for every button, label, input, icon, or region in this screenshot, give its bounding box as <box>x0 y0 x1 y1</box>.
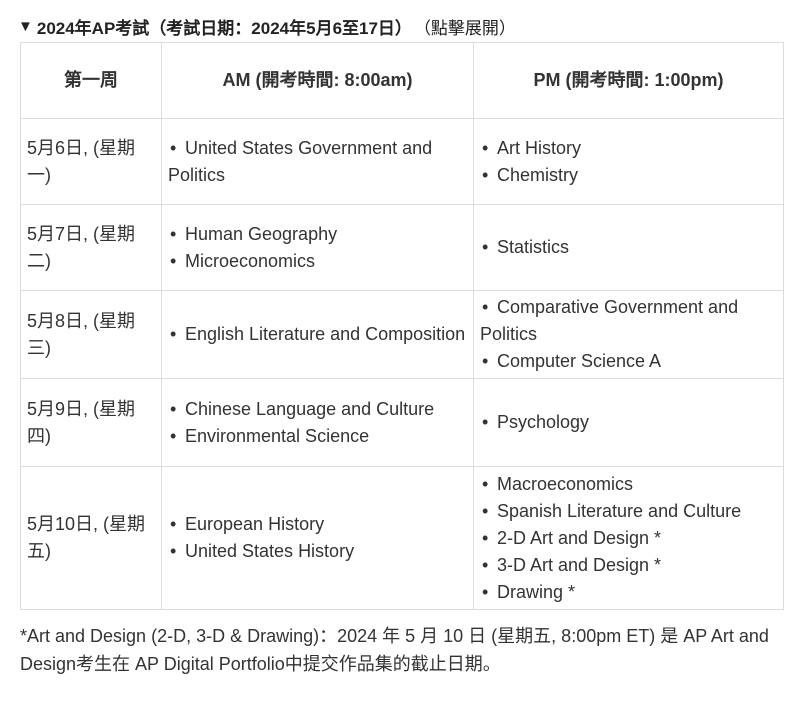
exam-item: Comparative Government and Politics <box>480 294 777 348</box>
collapsible-header[interactable]: ▼ 2024年AP考試（考試日期：2024年5月6至17日） （點擊展開） <box>18 12 516 40</box>
header-am: AM (開考時間: 8:00am) <box>161 42 474 119</box>
pm-cell: Statistics <box>472 204 785 291</box>
day-cell: 5月9日, (星期四) <box>20 378 162 467</box>
pm-cell: Comparative Government and Politics Comp… <box>472 290 785 379</box>
footnote: *Art and Design (2-D, 3-D & Drawing)：202… <box>20 626 769 674</box>
exam-item: Macroeconomics <box>480 471 777 498</box>
expand-hint[interactable]: （點擊展開） <box>414 14 516 39</box>
exam-item: Statistics <box>480 234 777 261</box>
table-row: 5月7日, (星期二) Human Geography Microeconomi… <box>20 204 785 291</box>
day-cell: 5月8日, (星期三) <box>20 290 162 379</box>
exam-item: Psychology <box>480 409 777 436</box>
exam-schedule-table: 第一周 AM (開考時間: 8:00am) PM (開考時間: 1:00pm) … <box>20 42 785 610</box>
exam-item: Chinese Language and Culture <box>168 396 467 423</box>
table-row: 5月8日, (星期三) English Literature and Compo… <box>20 290 785 379</box>
am-cell: Chinese Language and Culture Environment… <box>161 378 474 467</box>
day-cell: 5月7日, (星期二) <box>20 204 162 291</box>
header-pm: PM (開考時間: 1:00pm) <box>472 42 785 119</box>
exam-item: European History <box>168 511 467 538</box>
am-cell: European History United States History <box>161 466 474 610</box>
pm-cell: Macroeconomics Spanish Literature and Cu… <box>472 466 785 610</box>
day-label: 5月8日, (星期三) <box>27 310 136 358</box>
exam-item: Microeconomics <box>168 248 467 275</box>
exam-item: Computer Science A <box>480 348 777 375</box>
exam-item: 2-D Art and Design * <box>480 525 777 552</box>
exam-item: Human Geography <box>168 221 467 248</box>
day-cell: 5月10日, (星期五) <box>20 466 162 610</box>
table-header-row: 第一周 AM (開考時間: 8:00am) PM (開考時間: 1:00pm) <box>20 42 785 119</box>
exam-item: United States History <box>168 538 467 565</box>
exam-item: Drawing * <box>480 579 777 606</box>
section-title[interactable]: 2024年AP考試（考試日期：2024年5月6至17日） <box>37 14 412 39</box>
exam-item: English Literature and Composition <box>168 321 467 348</box>
day-cell: 5月6日, (星期一) <box>20 118 162 205</box>
exam-item: Environmental Science <box>168 423 467 450</box>
table-row: 5月9日, (星期四) Chinese Language and Culture… <box>20 378 785 467</box>
triangle-down-icon[interactable]: ▼ <box>18 18 33 35</box>
exam-item: Spanish Literature and Culture <box>480 498 777 525</box>
am-cell: Human Geography Microeconomics <box>161 204 474 291</box>
am-cell: United States Government and Politics <box>161 118 474 205</box>
exam-item: Chemistry <box>480 162 777 189</box>
day-label: 5月10日, (星期五) <box>27 514 146 561</box>
header-week: 第一周 <box>20 42 162 119</box>
pm-cell: Psychology <box>472 378 785 467</box>
day-label: 5月7日, (星期二) <box>27 223 136 271</box>
table-row: 5月10日, (星期五) European History United Sta… <box>20 466 785 610</box>
exam-item: United States Government and Politics <box>168 135 467 189</box>
exam-item: Art History <box>480 135 777 162</box>
table-row: 5月6日, (星期一) United States Government and… <box>20 118 785 205</box>
am-cell: English Literature and Composition <box>161 290 474 379</box>
day-label: 5月9日, (星期四) <box>27 398 136 446</box>
pm-cell: Art History Chemistry <box>472 118 785 205</box>
day-label: 5月6日, (星期一) <box>27 137 136 185</box>
exam-item: 3-D Art and Design * <box>480 552 777 579</box>
